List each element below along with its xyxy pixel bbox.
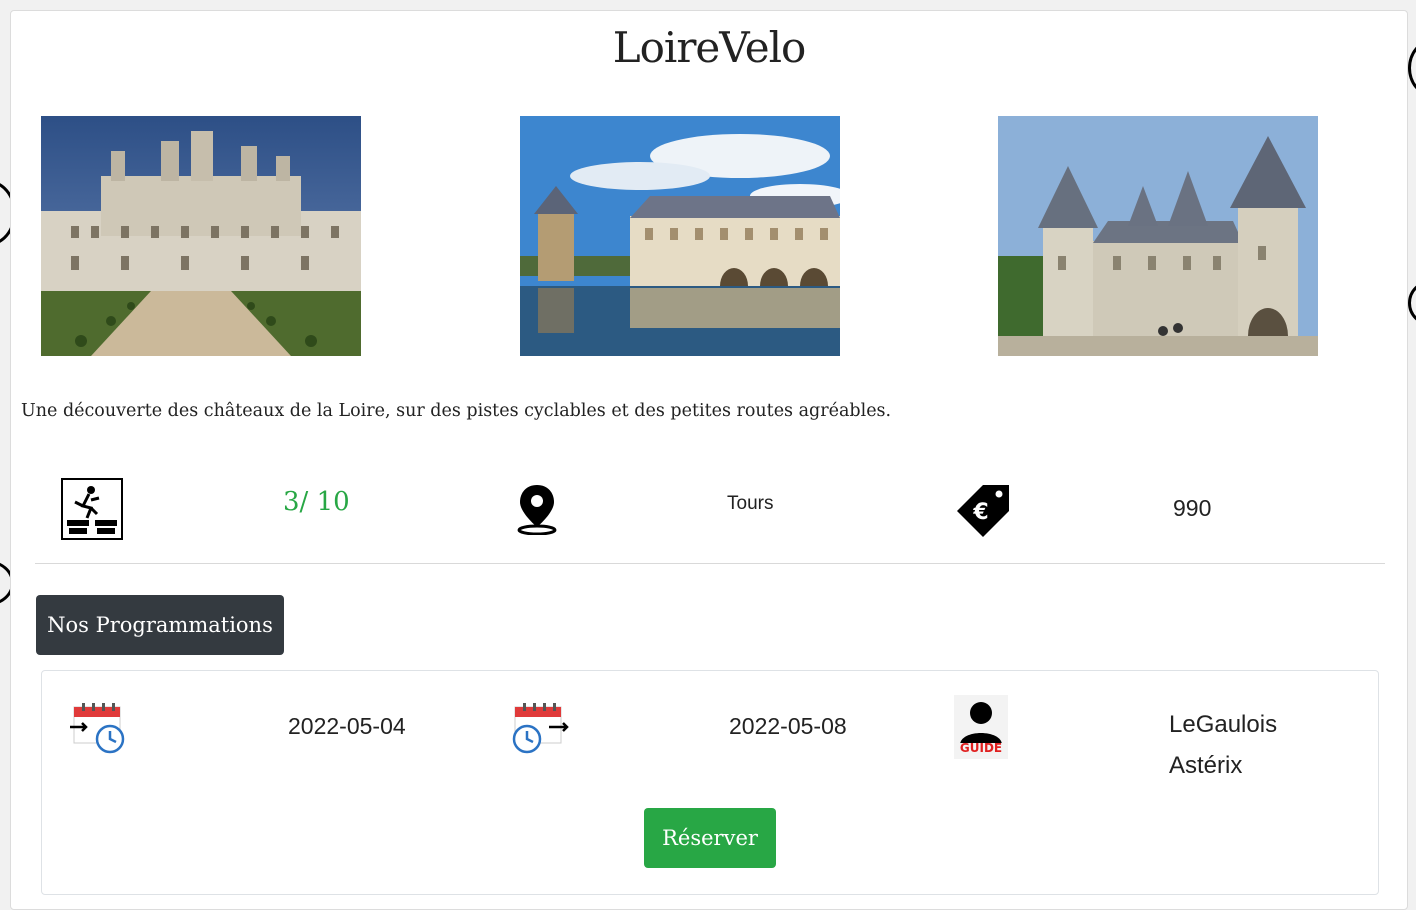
section-divider: [35, 563, 1385, 564]
guide-firstname: Astérix: [1169, 752, 1243, 779]
photo-chambord: [41, 116, 361, 356]
trip-description: Une découverte des châteaux de la Loire,…: [21, 401, 892, 421]
euro-tag-icon: €: [953, 481, 1013, 539]
reserve-button[interactable]: Réserver: [644, 808, 776, 868]
start-date: 2022-05-04: [288, 713, 406, 739]
background-decoration: [1408, 280, 1416, 326]
svg-text:€: €: [972, 500, 988, 525]
calendar-end-icon: [511, 701, 569, 755]
map-pin-icon: [516, 483, 558, 536]
end-date: 2022-05-08: [729, 713, 847, 739]
guide-badge: GUIDE: [959, 741, 1003, 755]
programs-button[interactable]: Nos Programmations: [36, 595, 284, 655]
photo-chenonceau: [520, 116, 840, 356]
difficulty-icon: [61, 478, 123, 540]
guide-icon: GUIDE: [954, 695, 1008, 759]
location-value: Tours: [727, 493, 774, 514]
background-decoration: [1408, 40, 1416, 96]
guide-lastname: LeGaulois: [1169, 711, 1278, 738]
difficulty-value: 3/ 10: [283, 487, 350, 517]
price-value: 990: [1173, 495, 1212, 521]
photo-chaumont: [998, 116, 1318, 356]
page-title: LoireVelo: [612, 23, 807, 72]
trip-card: LoireVelo Une découverte des châteaux de…: [10, 10, 1408, 910]
program-card: 2022-05-04 2022-05-08 GUIDE LeGaulois As…: [41, 670, 1379, 895]
calendar-start-icon: [70, 701, 126, 755]
